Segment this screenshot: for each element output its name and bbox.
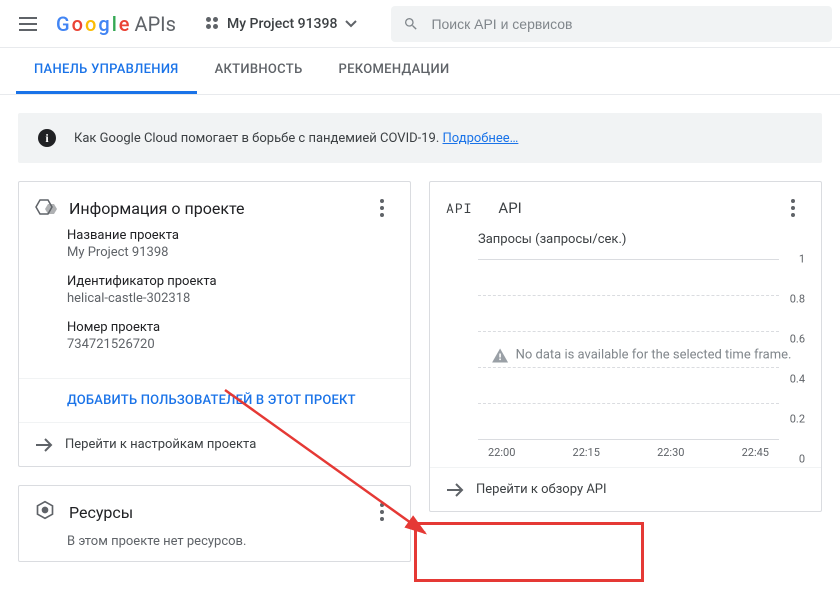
project-dots-icon: [206, 17, 219, 30]
project-info-card: Информация о проекте Название проекта My…: [18, 181, 411, 467]
project-icon: [35, 199, 55, 217]
go-api-overview-link[interactable]: Перейти к обзору API: [430, 467, 821, 511]
banner-text: Как Google Cloud помогает в борьбе с пан…: [74, 131, 518, 146]
resources-title: Ресурсы: [69, 503, 356, 522]
menu-button[interactable]: [8, 4, 48, 44]
api-card: API API Запросы (запросы/сек.) 1: [429, 181, 822, 512]
project-card-title: Информация о проекте: [69, 199, 356, 218]
info-banner: i Как Google Cloud помогает в борьбе с п…: [18, 113, 822, 163]
api-badge-icon: API: [446, 199, 472, 217]
arrow-right-icon: [35, 438, 53, 452]
add-users-label: ДОБАВИТЬ ПОЛЬЗОВАТЕЛЕЙ В ЭТОТ ПРОЕКТ: [67, 393, 356, 408]
project-number-value: 734721526720: [67, 337, 394, 352]
xtick-1: 22:15: [573, 446, 600, 459]
chart-title: Запросы (запросы/сек.): [430, 228, 821, 251]
project-selector[interactable]: My Project 91398: [198, 10, 365, 38]
project-name: My Project 91398: [227, 16, 337, 32]
google-apis-logo: Google APIs: [56, 12, 176, 36]
project-number-label: Номер проекта: [67, 320, 394, 335]
tab-dashboard[interactable]: ПАНЕЛЬ УПРАВЛЕНИЯ: [16, 48, 197, 94]
go-settings-label: Перейти к настройкам проекта: [65, 437, 256, 452]
project-name-label: Название проекта: [67, 228, 394, 243]
add-users-link[interactable]: ДОБАВИТЬ ПОЛЬЗОВАТЕЛЕЙ В ЭТОТ ПРОЕКТ: [19, 378, 410, 422]
banner-link[interactable]: Подробнее…: [443, 131, 519, 146]
ytick-5: 0: [783, 453, 805, 466]
tab-activity[interactable]: АКТИВНОСТЬ: [197, 48, 321, 94]
api-card-title: API: [498, 199, 767, 217]
resources-card-menu[interactable]: [370, 500, 394, 524]
api-card-menu[interactable]: [781, 196, 805, 220]
resources-empty-text: В этом проекте нет ресурсов.: [67, 534, 394, 549]
search-box[interactable]: [391, 6, 832, 42]
xtick-2: 22:30: [657, 446, 684, 459]
chevron-down-icon: [345, 20, 357, 28]
resources-icon: [35, 500, 55, 524]
project-id-value: helical-castle-302318: [67, 291, 394, 306]
warning-icon: [492, 348, 508, 362]
go-settings-link[interactable]: Перейти к настройкам проекта: [19, 422, 410, 466]
xtick-3: 22:45: [742, 446, 769, 459]
arrow-right-icon: [446, 483, 464, 497]
project-id-label: Идентификатор проекта: [67, 274, 394, 289]
tabs: ПАНЕЛЬ УПРАВЛЕНИЯ АКТИВНОСТЬ РЕКОМЕНДАЦИ…: [0, 48, 840, 95]
tab-recommendations[interactable]: РЕКОМЕНДАЦИИ: [321, 48, 468, 94]
banner-message: Как Google Cloud помогает в борьбе с пан…: [74, 131, 443, 146]
ytick-3: 0.4: [783, 373, 805, 386]
logo-apis-text: APIs: [135, 12, 176, 36]
api-chart: 1 0.8 0.6 0.4 0.2 0 22:00 22:15 22:30 22…: [478, 259, 805, 459]
project-name-value: My Project 91398: [67, 245, 394, 260]
search-input[interactable]: [431, 16, 820, 32]
chart-nodata-text: No data is available for the selected ti…: [516, 348, 792, 363]
project-card-menu[interactable]: [370, 196, 394, 220]
ytick-4: 0.2: [783, 413, 805, 426]
info-icon: i: [38, 129, 56, 147]
go-api-overview-label: Перейти к обзору API: [476, 482, 607, 497]
xtick-0: 22:00: [488, 446, 515, 459]
ytick-0: 1: [783, 253, 805, 266]
ytick-2: 0.6: [783, 333, 805, 346]
search-icon: [403, 16, 419, 32]
resources-card: Ресурсы В этом проекте нет ресурсов.: [18, 485, 411, 562]
hamburger-icon: [19, 17, 37, 31]
ytick-1: 0.8: [783, 293, 805, 306]
